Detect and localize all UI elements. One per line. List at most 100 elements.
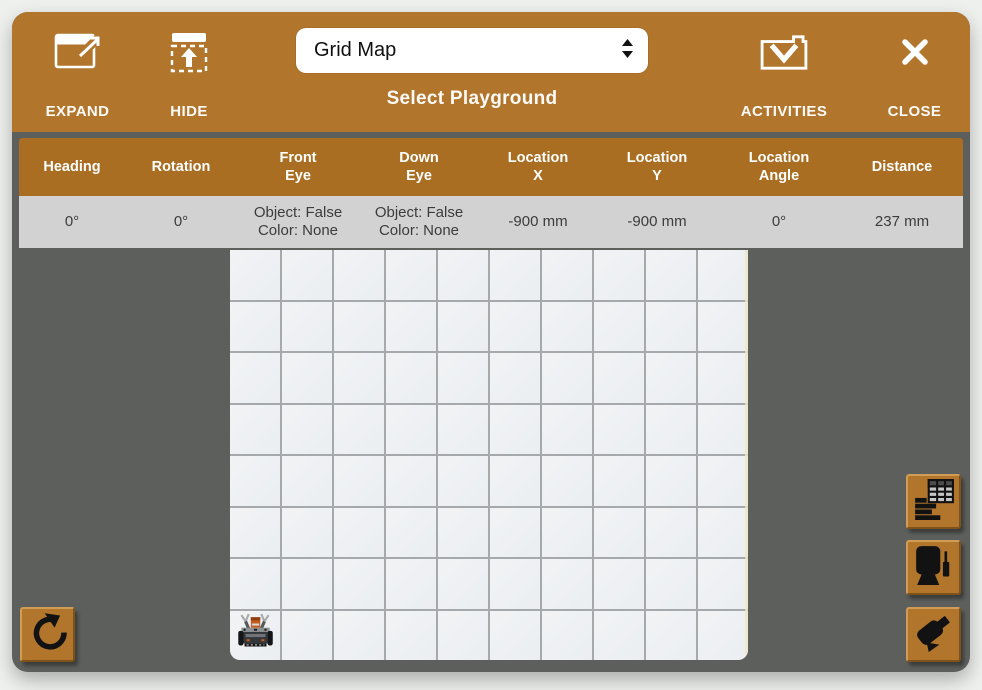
grid-cell[interactable] [698,611,748,661]
grid-cell[interactable] [230,353,280,403]
activities-button[interactable]: ACTIVITIES [724,26,844,120]
grid-cell[interactable] [282,508,332,558]
playground-window: EXPAND HIDE Grid Map Select [12,12,970,672]
grid-cell[interactable] [438,405,488,455]
grid-cell[interactable] [282,353,332,403]
grid-cell[interactable] [490,353,540,403]
grid-cell[interactable] [698,250,748,300]
grid-cell[interactable] [438,353,488,403]
robot-sprite[interactable] [234,612,276,658]
grid-cell[interactable] [438,508,488,558]
grid-cell[interactable] [334,405,384,455]
grid-cell[interactable] [542,456,592,506]
col-down-eye: DownEye [359,138,479,196]
grid-cell[interactable] [230,559,280,609]
playground-select[interactable]: Grid Map [296,28,648,73]
grid-cell[interactable] [542,250,592,300]
grid-cell[interactable] [542,559,592,609]
grid-cell[interactable] [698,508,748,558]
reset-rotation-button[interactable] [20,607,75,662]
grid-cell[interactable] [334,559,384,609]
grid-cell[interactable] [490,302,540,352]
grid-cell[interactable] [386,611,436,661]
grid-cell[interactable] [490,508,540,558]
activities-label: ACTIVITIES [741,103,828,120]
grid-cell[interactable] [490,405,540,455]
monitor-lever-icon [913,544,955,591]
grid-cell[interactable] [386,508,436,558]
telemetry-table-header: Heading Rotation FrontEye DownEye Locati… [19,138,963,196]
grid-cell[interactable] [594,508,644,558]
camera-button[interactable] [906,607,961,662]
grid-cell[interactable] [594,405,644,455]
grid-cell[interactable] [438,456,488,506]
grid-cell[interactable] [386,456,436,506]
grid-cell[interactable] [698,302,748,352]
grid-cell[interactable] [542,508,592,558]
grid-cell[interactable] [230,508,280,558]
expand-button[interactable]: EXPAND [30,26,125,120]
grid-cell[interactable] [386,353,436,403]
grid-cell[interactable] [594,611,644,661]
grid-cell[interactable] [334,250,384,300]
grid-cell[interactable] [698,456,748,506]
grid-cell[interactable] [230,611,280,661]
grid-cell[interactable] [282,559,332,609]
monitor-button[interactable] [906,540,961,595]
grid-cell[interactable] [386,559,436,609]
stats-table-button[interactable] [906,474,961,529]
hide-button[interactable]: HIDE [144,26,234,120]
col-front-eye: FrontEye [237,138,359,196]
grid-cell[interactable] [334,611,384,661]
grid-cell[interactable] [386,302,436,352]
grid-cell[interactable] [386,405,436,455]
grid-cell[interactable] [334,302,384,352]
grid-cell[interactable] [438,559,488,609]
grid-cell[interactable] [334,353,384,403]
grid-cell[interactable] [594,302,644,352]
grid-cell[interactable] [542,611,592,661]
grid-cell[interactable] [230,456,280,506]
grid-cell[interactable] [542,405,592,455]
select-spinner-icon [621,38,634,64]
grid-cell[interactable] [438,611,488,661]
grid-cell[interactable] [646,508,696,558]
grid-cell[interactable] [698,405,748,455]
grid-cell[interactable] [334,456,384,506]
col-heading: Heading [19,138,125,196]
grid-cell[interactable] [594,456,644,506]
grid-cell[interactable] [334,508,384,558]
grid-cell[interactable] [282,250,332,300]
grid-cell[interactable] [282,456,332,506]
grid-cell[interactable] [282,405,332,455]
grid-cell[interactable] [646,302,696,352]
grid-cell[interactable] [698,353,748,403]
grid-cell[interactable] [594,250,644,300]
col-location-x: LocationX [479,138,597,196]
grid-cell[interactable] [490,456,540,506]
grid-cell[interactable] [646,250,696,300]
grid-cell[interactable] [594,559,644,609]
grid-cell[interactable] [490,611,540,661]
grid-cell[interactable] [542,302,592,352]
close-button[interactable]: CLOSE [867,26,962,120]
grid-cell[interactable] [438,250,488,300]
grid-cell[interactable] [230,405,280,455]
grid-cell[interactable] [490,250,540,300]
grid-cell[interactable] [646,611,696,661]
grid-cell[interactable] [438,302,488,352]
grid-cell[interactable] [542,353,592,403]
grid-cell[interactable] [282,611,332,661]
grid-cell[interactable] [698,559,748,609]
grid-cell[interactable] [646,353,696,403]
grid-cell[interactable] [230,302,280,352]
grid-cell[interactable] [490,559,540,609]
grid-cell[interactable] [594,353,644,403]
grid-cell[interactable] [646,405,696,455]
grid-cell[interactable] [646,456,696,506]
subtitle: Select Playground [296,88,648,110]
grid-cell[interactable] [646,559,696,609]
grid-cell[interactable] [386,250,436,300]
grid-cell[interactable] [282,302,332,352]
grid-cell[interactable] [230,250,280,300]
